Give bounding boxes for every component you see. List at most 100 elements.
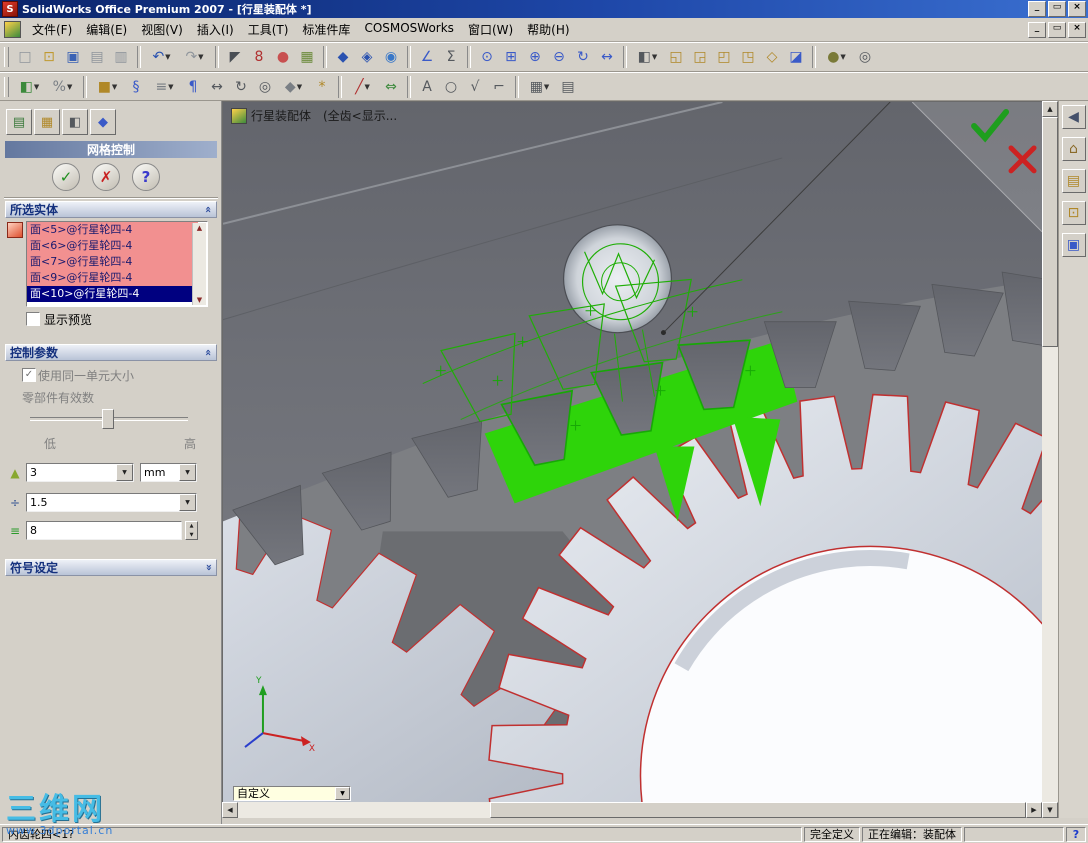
dropdown-arrow-icon[interactable]: ▼ (116, 464, 133, 481)
table-icon[interactable]: ▦ ▼ (524, 76, 555, 98)
toolbar-icon[interactable]: ▼ (323, 46, 327, 68)
face-list-item[interactable]: 面<6>@行星轮四-4 (27, 238, 198, 254)
horizontal-scrollbar[interactable]: ◀ ▶ (222, 802, 1042, 818)
scroll-right-icon[interactable]: ▶ (1026, 802, 1042, 818)
assembly-features-icon[interactable]: ◆ ▼ (278, 76, 309, 98)
face-list-item[interactable]: 面<7>@行星轮四-4 (27, 254, 198, 270)
move-component-icon[interactable]: ↔▼ (206, 76, 228, 98)
show-preview-checkbox[interactable] (26, 312, 40, 326)
cosmosworks-icon[interactable]: ◆▼ (332, 46, 354, 68)
list-scrollbar[interactable]: ▲ ▼ (192, 223, 206, 305)
menu-item[interactable]: 工具(T) (241, 19, 296, 40)
toolbar-icon[interactable]: ▼ (623, 46, 627, 68)
unit-combo[interactable]: mm ▼ (140, 463, 197, 482)
surface-finish-icon[interactable]: √▼ (464, 76, 486, 98)
new-document-icon[interactable]: □▼ (14, 46, 36, 68)
cosmosfloworks-icon[interactable]: ◉▼ (380, 46, 402, 68)
face-list-item[interactable]: 面<9>@行星轮四-4 (27, 270, 198, 286)
zoom-selection-icon[interactable]: ⊖▼ (548, 46, 570, 68)
texture-icon[interactable]: ▦▼ (296, 46, 318, 68)
scroll-up-icon[interactable]: ▲ (1042, 101, 1058, 117)
toolbar-icon[interactable]: ▼ (812, 46, 816, 68)
toolbar-icon[interactable]: ▼ (515, 75, 519, 98)
menu-item[interactable]: 帮助(H) (520, 19, 576, 40)
print-preview-icon[interactable]: ▥▼ (110, 46, 132, 68)
toolbar-icon[interactable]: ▼ (83, 75, 87, 98)
pan-icon[interactable]: ↔▼ (596, 46, 618, 68)
menu-item[interactable]: 编辑(E) (79, 19, 134, 40)
scroll-up-icon[interactable]: ▲ (193, 223, 206, 233)
mdi-minimize-button[interactable]: _ (1028, 21, 1046, 38)
vertical-scrollbar[interactable]: ▲ ▼ (1042, 101, 1058, 818)
mass-properties-icon[interactable]: Σ▼ (440, 46, 462, 68)
print-icon[interactable]: ▤▼ (86, 46, 108, 68)
toolbar-icon[interactable]: ▼ (407, 46, 411, 68)
help-button[interactable]: ? (132, 163, 160, 191)
face-list-item[interactable]: 面<10>@行星轮四-4 (27, 286, 198, 302)
view-orientation-combo[interactable]: 自定义 ▼ (233, 786, 351, 801)
feature-manager-tab[interactable]: ▤ (6, 109, 32, 135)
property-manager-tab[interactable]: ▦ (34, 109, 60, 135)
isometric-view-icon[interactable]: ◇▼ (761, 46, 783, 68)
scroll-left-icon[interactable]: ◀ (222, 802, 238, 818)
element-size-combo[interactable]: 3 ▼ (26, 463, 134, 482)
selected-faces-list[interactable]: ▲ ▼ 面<5>@行星轮四-4 面<6>@行星轮四-4 面<7>@行星轮四-4 … (26, 221, 208, 307)
hidden-components-icon[interactable]: ◎▼ (254, 76, 276, 98)
same-element-size-checkbox[interactable] (22, 368, 36, 382)
left-view-icon[interactable]: ◰▼ (713, 46, 735, 68)
redo-icon[interactable]: ↷ ▼ (179, 46, 210, 68)
hscroll-thumb[interactable] (490, 802, 1026, 818)
menu-item[interactable]: 标准件库 (295, 19, 357, 40)
status-help-icon[interactable]: ? (1066, 826, 1086, 842)
expand-section-icon[interactable]: « (202, 564, 215, 571)
collapse-section-icon[interactable]: « (202, 349, 215, 356)
menu-item[interactable]: COSMOSWorks (357, 19, 461, 40)
cosmos-manager-tab[interactable]: ◆ (90, 109, 116, 135)
right-view-icon[interactable]: ◳▼ (737, 46, 759, 68)
element-ratio-combo[interactable]: 1.5 ▼ (26, 493, 197, 512)
toolbar-icon[interactable]: ▼ (137, 46, 141, 68)
graphics-viewport[interactable]: YX 行星装配体 (全齿<显示... 自定义 ▼ (222, 101, 1042, 802)
section-view-icon[interactable]: ◪▼ (785, 46, 807, 68)
rotate-view-icon[interactable]: ↻▼ (572, 46, 594, 68)
back-view-icon[interactable]: ◲▼ (689, 46, 711, 68)
configuration-manager-tab[interactable]: ◧ (62, 109, 88, 135)
hide-show-icon[interactable]: ◎▼ (854, 46, 876, 68)
balloon-icon[interactable]: ○▼ (440, 76, 462, 98)
maximize-button[interactable]: ▭ (1048, 1, 1066, 17)
weld-symbol-icon[interactable]: ⌐▼ (488, 76, 510, 98)
smart-component-icon[interactable]: ◧ ▼ (14, 76, 45, 98)
front-view-icon[interactable]: ◱▼ (665, 46, 687, 68)
appearances-icon[interactable]: ▣ (1061, 233, 1086, 257)
face-list-item[interactable]: 面<5>@行星轮四-4 (27, 222, 198, 238)
3d-scene[interactable]: YX (223, 102, 1042, 802)
zoom-in-out-icon[interactable]: ⊕▼ (524, 46, 546, 68)
save-icon[interactable]: ▣▼ (62, 46, 84, 68)
collapse-pane-icon[interactable]: ◀ (1061, 105, 1086, 129)
interference-detection-icon[interactable]: % ▼ (47, 76, 78, 98)
cosmosmotion-icon[interactable]: ◈▼ (356, 46, 378, 68)
mdi-restore-button[interactable]: ▭ (1048, 21, 1066, 38)
smart-dimension-icon[interactable]: ⇔▼ (380, 76, 402, 98)
menu-item[interactable]: 窗口(W) (461, 19, 520, 40)
dropdown-arrow-icon[interactable]: ▼ (335, 787, 350, 800)
smart-fasteners-icon[interactable]: ¶▼ (182, 76, 204, 98)
component-pattern-icon[interactable]: ≡ ▼ (149, 76, 180, 98)
dropdown-arrow-icon[interactable]: ▼ (179, 464, 196, 481)
menu-item[interactable]: 视图(V) (134, 19, 190, 40)
vscroll-thumb[interactable] (1042, 117, 1058, 347)
toolbar-icon[interactable]: ▼ (407, 75, 411, 98)
bom-icon[interactable]: ▤▼ (557, 76, 579, 98)
significance-slider-thumb[interactable] (102, 409, 114, 429)
dropdown-arrow-icon[interactable]: ▼ (179, 494, 196, 511)
scroll-down-icon[interactable]: ▼ (1042, 802, 1058, 818)
menu-item[interactable]: 文件(F) (25, 19, 79, 40)
zoom-area-icon[interactable]: ⊞▼ (500, 46, 522, 68)
growth-layers-input[interactable]: 8 (26, 521, 182, 540)
home-icon[interactable]: ⌂ (1061, 137, 1086, 161)
close-button[interactable]: × (1068, 1, 1086, 17)
design-library-icon[interactable]: ▤ (1061, 169, 1086, 193)
toolbar-icon[interactable]: ▼ (215, 46, 219, 68)
rebuild-icon[interactable]: 8▼ (248, 46, 270, 68)
file-explorer-icon[interactable]: ⊡ (1061, 201, 1086, 225)
